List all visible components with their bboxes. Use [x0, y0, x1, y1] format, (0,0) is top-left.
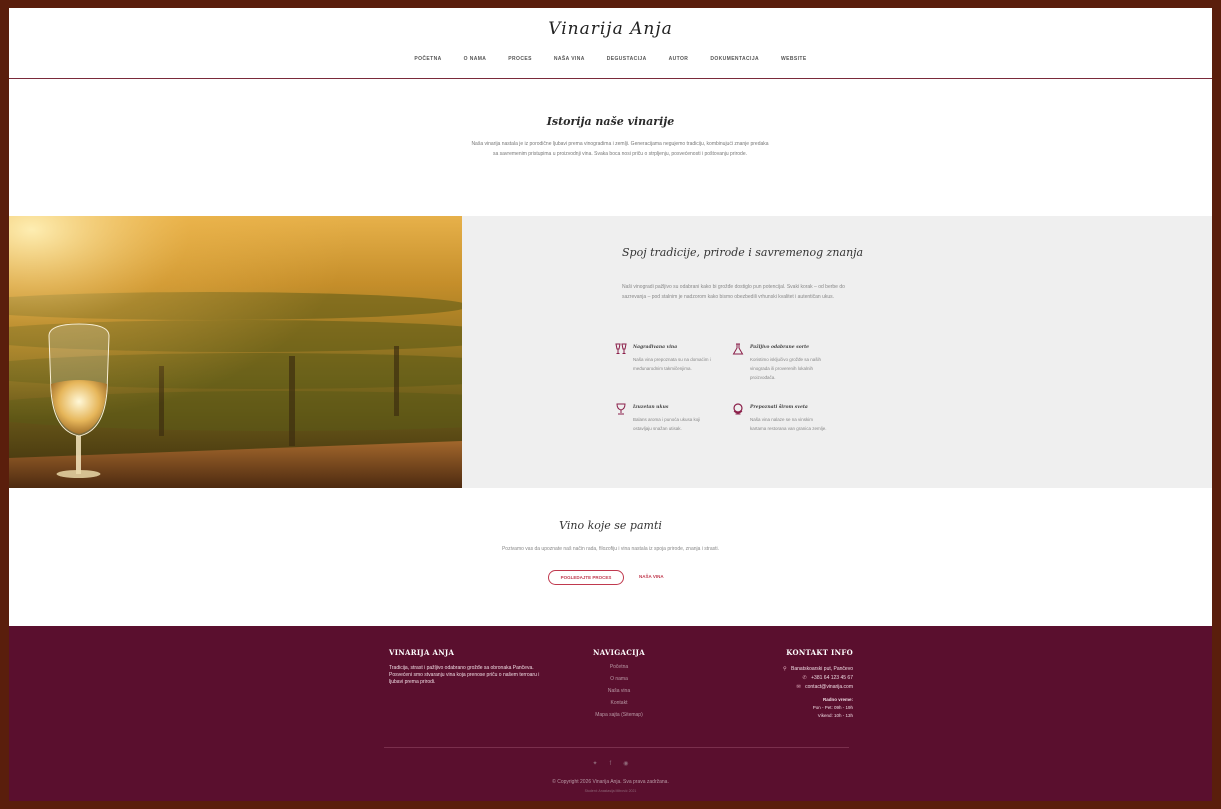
copyright: © Copyright 2026 Vinarija Anja. Sva prav…	[552, 779, 669, 785]
feature-content: Spoj tradicije, prirode i savremenog zna…	[462, 216, 1212, 488]
nav-pocetna[interactable]: POČETNA	[414, 56, 441, 62]
feature-item-text: Balans aroma i punoća ukusa koji ostavlj…	[633, 417, 701, 431]
instagram-icon[interactable]: ◉	[623, 760, 628, 767]
our-wines-link[interactable]: NAŠA VINA	[639, 570, 664, 583]
main-nav: POČETNA O NAMA PROCES NAŠA VINA DEGUSTAC…	[9, 56, 1212, 62]
nav-autor[interactable]: AUTOR	[669, 56, 689, 62]
contact-email-row: ✉ contact@vinarija.com	[703, 683, 853, 692]
contact-address-row: ⚲ Banatskoarski put, Pančevo	[703, 665, 853, 674]
feature-text: Naši vinogradi pažljivo su odabrani kako…	[622, 284, 845, 300]
wine-title: Vino koje se pamti	[559, 519, 662, 532]
feature-title: Spoj tradicije, prirode i savremenog zna…	[622, 246, 864, 259]
twitter-icon[interactable]: ✦	[593, 760, 598, 767]
nav-proces[interactable]: PROCES	[508, 56, 532, 62]
footer-nav-nasa-vina[interactable]: Naša vina	[564, 685, 674, 697]
location-pin-icon: ⚲	[782, 666, 787, 672]
wine-glass-icon	[616, 403, 626, 415]
footer-nav-pocetna[interactable]: Početna	[564, 661, 674, 673]
site-footer: VINARIJA ANJA Tradicija, strast i pažlji…	[9, 626, 1212, 801]
site-logo[interactable]: Vinarija Anja	[9, 19, 1212, 39]
email-icon: ✉	[796, 684, 801, 690]
site-header: Vinarija Anja POČETNA O NAMA PROCES NAŠA…	[9, 8, 1212, 79]
vineyard-wine-glass-image	[9, 216, 462, 488]
feature-item-title: Nagrađivana vina	[633, 345, 678, 350]
feature-item-text: Naša vina prepoznata su na domaćim i međ…	[633, 357, 711, 371]
footer-contact-title: KONTAKT INFO	[786, 648, 853, 657]
nav-degustacija[interactable]: DEGUSTACIJA	[607, 56, 647, 62]
nav-o-nama[interactable]: O NAMA	[464, 56, 487, 62]
footer-contact: ⚲ Banatskoarski put, Pančevo ✆ +381 64 1…	[703, 665, 853, 720]
hours-title: Radno vreme:	[822, 697, 853, 702]
student-credit: Student: Anastasija Mitrović 2021	[584, 789, 637, 793]
globe-icon	[733, 403, 743, 415]
facebook-icon[interactable]: f	[610, 761, 612, 767]
footer-nav-sitemap[interactable]: Mapa sajta (Sitemap)	[564, 709, 674, 721]
footer-nav-o-nama[interactable]: O nama	[564, 673, 674, 685]
wine-section: Vino koje se pamti Pozivamo vas da upozn…	[9, 488, 1212, 626]
feature-section: Spoj tradicije, prirode i savremenog zna…	[9, 216, 1212, 488]
nav-dokumentacija[interactable]: DOKUMENTACIJA	[710, 56, 759, 62]
footer-nav: Početna O nama Naša vina Kontakt Mapa sa…	[564, 661, 674, 721]
feature-item-text: Naša vina nalaze se na vinskim kartama r…	[750, 417, 827, 431]
footer-nav-kontakt[interactable]: Kontakt	[564, 697, 674, 709]
contact-email[interactable]: contact@vinarija.com	[805, 684, 853, 690]
hours-weekend: Vikend: 10h - 13h	[817, 713, 853, 718]
phone-icon: ✆	[802, 675, 807, 681]
feature-item-text: Koristimo isključivo grožđe sa naših vin…	[750, 357, 822, 380]
footer-about-title: VINARIJA ANJA	[389, 648, 455, 657]
contact-phone[interactable]: +381 64 123 45 67	[811, 675, 853, 681]
history-title: Istorija naše vinarije	[546, 115, 675, 128]
footer-nav-title: NAVIGACIJA	[593, 648, 646, 657]
nav-website[interactable]: WEBSITE	[781, 56, 807, 62]
nav-nasa-vina[interactable]: NAŠA VINA	[554, 56, 585, 62]
view-process-button[interactable]: POGLEDAJTE PROCES	[548, 570, 624, 585]
history-section: Istorija naše vinarije Naša vinarija nas…	[9, 79, 1212, 216]
feature-item-title: Izuzetan ukus	[633, 405, 669, 410]
hours-weekday: Pon - Pet: 09h - 19h	[812, 705, 853, 710]
contact-phone-row: ✆ +381 64 123 45 67	[703, 674, 853, 683]
contact-address: Banatskoarski put, Pančevo	[791, 666, 853, 672]
glasses-icon	[615, 343, 627, 354]
footer-about-text: Tradicija, strast i pažljivo odabrano gr…	[389, 665, 540, 685]
flask-icon	[732, 343, 744, 355]
social-links: ✦ f ◉	[9, 760, 1212, 767]
page-frame: Vinarija Anja POČETNA O NAMA PROCES NAŠA…	[9, 8, 1212, 801]
footer-divider	[384, 747, 849, 748]
history-text: Naša vinarija nastala je iz porodične lj…	[471, 141, 769, 157]
feature-item-title: Pažljivo odabrane sorte	[750, 345, 810, 350]
wine-text: Pozivamo vas da upoznate naš način rada,…	[501, 546, 720, 552]
feature-item-title: Prepoznati širom sveta	[750, 405, 808, 410]
